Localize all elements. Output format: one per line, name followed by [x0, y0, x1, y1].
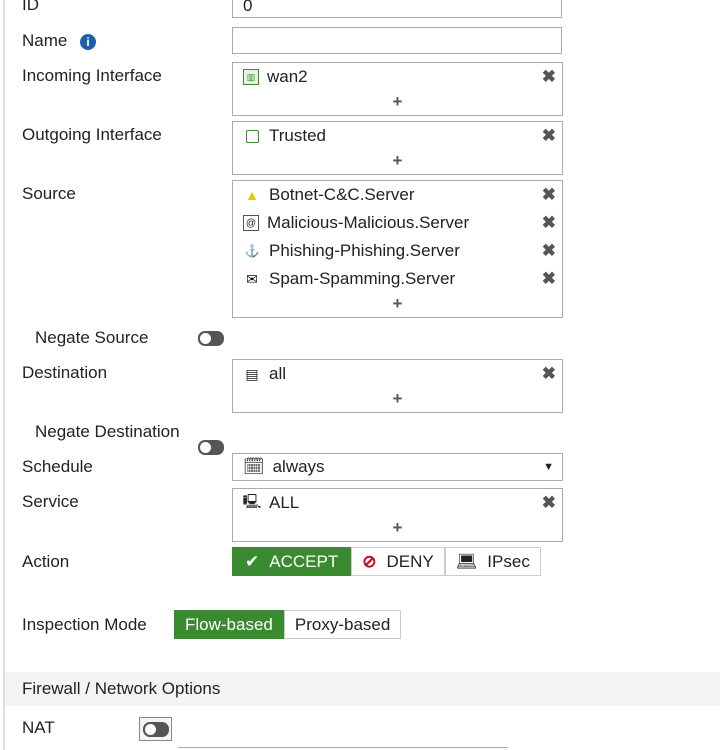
schedule-icon: 🗓 [243, 457, 265, 476]
list-item: 🖳 ALL ✖ [233, 489, 562, 517]
section-header: Firewall / Network Options [5, 672, 720, 706]
remove-icon[interactable]: ✖ [542, 364, 556, 384]
source-label: Source [22, 184, 76, 203]
source-field[interactable]: ▲ Botnet-C&C.Server ✖ @ Malicious-Malicious… [232, 180, 563, 318]
accept-label: ACCEPT [269, 551, 339, 571]
remove-icon[interactable]: ✖ [542, 269, 556, 289]
ipsec-label: IPsec [487, 551, 530, 571]
id-label: ID [22, 0, 39, 14]
add-button[interactable]: + [233, 293, 562, 317]
spam-envelope-icon: ✉ [246, 270, 258, 287]
service-label: Service [22, 492, 79, 511]
list-item: Trusted ✖ [233, 122, 562, 150]
negate-source-label: Negate Source [35, 328, 149, 347]
outgoing-interface-field[interactable]: Trusted ✖ + [232, 121, 563, 175]
item-label: all [269, 364, 287, 383]
inspection-mode-group: Flow-based Proxy-based [174, 610, 402, 639]
item-label: Spam-Spamming.Server [269, 269, 456, 288]
list-item: ▤ all ✖ [233, 360, 562, 388]
info-icon[interactable]: i [80, 34, 97, 50]
zone-icon [243, 127, 261, 145]
laptop-icon: 💻︎ [455, 551, 478, 571]
negate-source-toggle[interactable] [198, 331, 224, 346]
item-label: ALL [269, 493, 300, 512]
destination-field[interactable]: ▤ all ✖ + [232, 359, 563, 413]
list-item: ✉ Spam-Spamming.Server ✖ [233, 265, 562, 293]
item-label: wan2 [267, 67, 308, 86]
remove-icon[interactable]: ✖ [542, 67, 556, 87]
action-group: ✔ ACCEPT ⊘ DENY 💻︎ IPsec [232, 547, 541, 576]
negate-destination-toggle[interactable] [198, 440, 224, 455]
deny-label: DENY [386, 551, 434, 571]
network-port-icon: ▥ [243, 69, 259, 85]
action-label: Action [22, 552, 70, 571]
incoming-interface-label: Incoming Interface [22, 66, 162, 85]
remove-icon[interactable]: ✖ [542, 126, 556, 146]
id-input[interactable]: 0 [232, 0, 562, 18]
item-label: Malicious-Malicious.Server [267, 213, 470, 232]
service-icon: 🖳 [242, 493, 262, 509]
ipsec-button[interactable]: 💻︎ IPsec [444, 547, 541, 576]
name-label: Name i [22, 31, 97, 51]
incoming-interface-field[interactable]: ▥ wan2 ✖ + [232, 62, 563, 116]
schedule-label: Schedule [22, 457, 93, 476]
deny-button[interactable]: ⊘ DENY [351, 547, 445, 576]
chevron-down-icon: ▼ [543, 461, 554, 473]
left-border [3, 0, 5, 750]
item-label: Botnet-C&C.Server [269, 185, 415, 204]
deny-icon: ⊘ [362, 551, 377, 571]
flow-based-button[interactable]: Flow-based [174, 610, 284, 639]
accept-button[interactable]: ✔ ACCEPT [232, 547, 352, 576]
nat-toggle-switch [142, 721, 169, 737]
list-item: ⚓ Phishing-Phishing.Server ✖ [233, 237, 562, 265]
remove-icon[interactable]: ✖ [542, 493, 556, 513]
outgoing-interface-label: Outgoing Interface [22, 125, 162, 144]
remove-icon[interactable]: ✖ [542, 213, 556, 233]
list-item: @ Malicious-Malicious.Server ✖ [233, 209, 562, 237]
add-button[interactable]: + [233, 388, 562, 412]
item-label: Phishing-Phishing.Server [269, 241, 460, 260]
botnet-warning-icon: ▲ [245, 187, 259, 203]
address-icon: ▤ [245, 365, 259, 382]
add-button[interactable]: + [233, 517, 562, 541]
schedule-value: always [272, 457, 325, 476]
service-field[interactable]: 🖳 ALL ✖ + [232, 488, 563, 542]
proxy-based-button[interactable]: Proxy-based [283, 610, 402, 639]
schedule-select[interactable]: 🗓 always ▼ [232, 453, 563, 481]
remove-icon[interactable]: ✖ [542, 241, 556, 261]
negate-destination-label: Negate Destination [35, 422, 180, 441]
nat-toggle[interactable] [139, 717, 172, 741]
malicious-server-icon: @ [243, 215, 259, 231]
add-button[interactable]: + [233, 91, 562, 115]
phishing-icon: ⚓ [244, 244, 260, 258]
remove-icon[interactable]: ✖ [542, 185, 556, 205]
add-button[interactable]: + [233, 150, 562, 174]
nat-label: NAT [22, 718, 55, 737]
name-label-text: Name [22, 31, 68, 50]
item-label: Trusted [269, 126, 327, 145]
list-item: ▥ wan2 ✖ [233, 63, 562, 91]
check-icon: ✔ [245, 551, 260, 571]
inspection-mode-label: Inspection Mode [22, 615, 147, 634]
list-item: ▲ Botnet-C&C.Server ✖ [233, 181, 562, 209]
destination-label: Destination [22, 363, 108, 382]
name-input[interactable] [232, 27, 562, 54]
divider [178, 747, 508, 748]
